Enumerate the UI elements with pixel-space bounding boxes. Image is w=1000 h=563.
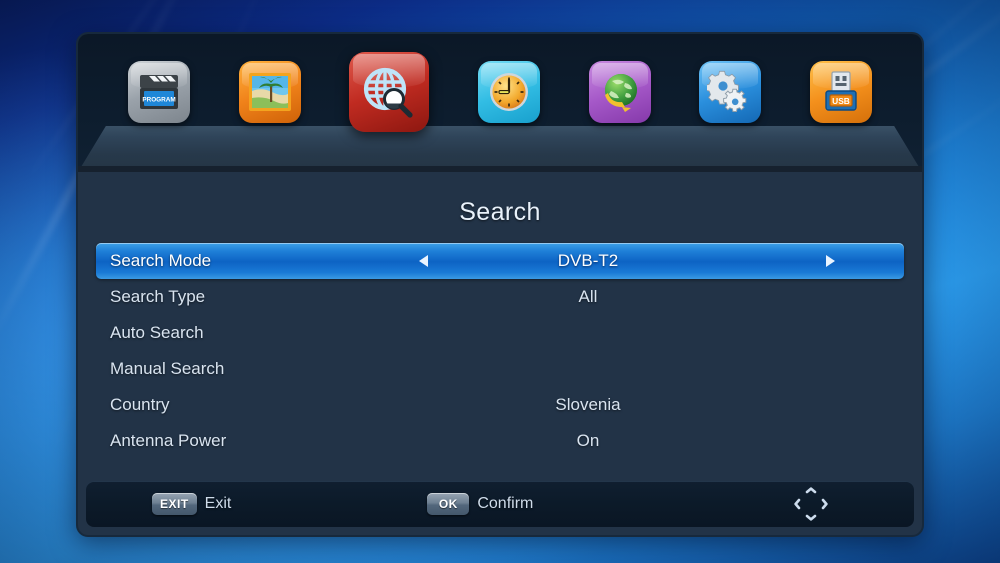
menu-icon-system[interactable] — [588, 61, 651, 123]
settings-row-manual-search[interactable]: Manual Search — [96, 351, 904, 387]
gear-icon — [707, 70, 747, 112]
settings-row-antenna-power[interactable]: Antenna Power On — [96, 423, 904, 459]
menu-icon-search[interactable] — [349, 52, 430, 132]
menu-icon-picture[interactable] — [238, 61, 301, 123]
row-value: DVB-T2 — [557, 251, 619, 270]
settings-row-country[interactable]: Country Slovenia — [96, 387, 904, 423]
usb-icon: USB — [825, 71, 857, 111]
increment-arrow-icon[interactable] — [826, 255, 836, 267]
exit-hint-label: Exit — [204, 495, 232, 512]
exit-key-badge[interactable]: EXIT — [152, 493, 197, 515]
row-label: Search Type — [110, 287, 206, 306]
row-value: All — [578, 287, 598, 306]
row-label: Auto Search — [110, 323, 204, 342]
settings-row-auto-search[interactable]: Auto Search — [96, 315, 904, 351]
settings-list: Search Mode DVB-T2 Search Type All Auto … — [78, 243, 922, 459]
globe-refresh-icon — [604, 74, 637, 112]
ok-key-badge[interactable]: OK — [427, 493, 470, 515]
clock-icon — [489, 73, 528, 111]
hint-confirm[interactable]: OK Confirm — [427, 493, 533, 515]
row-label: Antenna Power — [110, 431, 227, 450]
footer-hint-bar: EXIT Exit OK Confirm — [86, 481, 914, 527]
four-way-arrows-icon — [794, 487, 828, 521]
hint-exit[interactable]: EXIT Exit — [152, 493, 231, 515]
program-icon: PROGRAM — [140, 75, 178, 109]
search-icon — [364, 67, 413, 118]
row-label: Search Mode — [110, 251, 212, 270]
settings-row-search-mode[interactable]: Search Mode DVB-T2 — [96, 243, 904, 279]
picture-icon — [248, 73, 291, 111]
menu-icon-time[interactable] — [477, 61, 540, 123]
program-badge-text: PROGRAM — [142, 97, 175, 104]
row-label: Manual Search — [110, 359, 225, 378]
menu-icon-program[interactable]: PROGRAM — [128, 61, 190, 123]
decrement-arrow-icon[interactable] — [419, 255, 429, 267]
menu-icon-usb[interactable]: USB — [809, 61, 872, 123]
icon-shelf-lip — [78, 166, 922, 172]
menu-icon-setup[interactable] — [699, 61, 762, 123]
tv-menu-screen: PROGRAM USB Search Search Mode DVB-T2 Se… — [0, 0, 1000, 563]
page-title: Search — [459, 198, 541, 226]
row-value: Slovenia — [555, 395, 621, 414]
row-value: On — [576, 431, 600, 450]
row-label: Country — [110, 395, 170, 414]
usb-badge-text: USB — [832, 96, 850, 106]
menu-panel: PROGRAM USB Search Search Mode DVB-T2 Se… — [76, 32, 924, 537]
settings-row-search-type[interactable]: Search Type All — [96, 279, 904, 315]
main-menu-iconbar: PROGRAM USB — [78, 34, 922, 172]
ok-hint-label: Confirm — [477, 495, 534, 512]
